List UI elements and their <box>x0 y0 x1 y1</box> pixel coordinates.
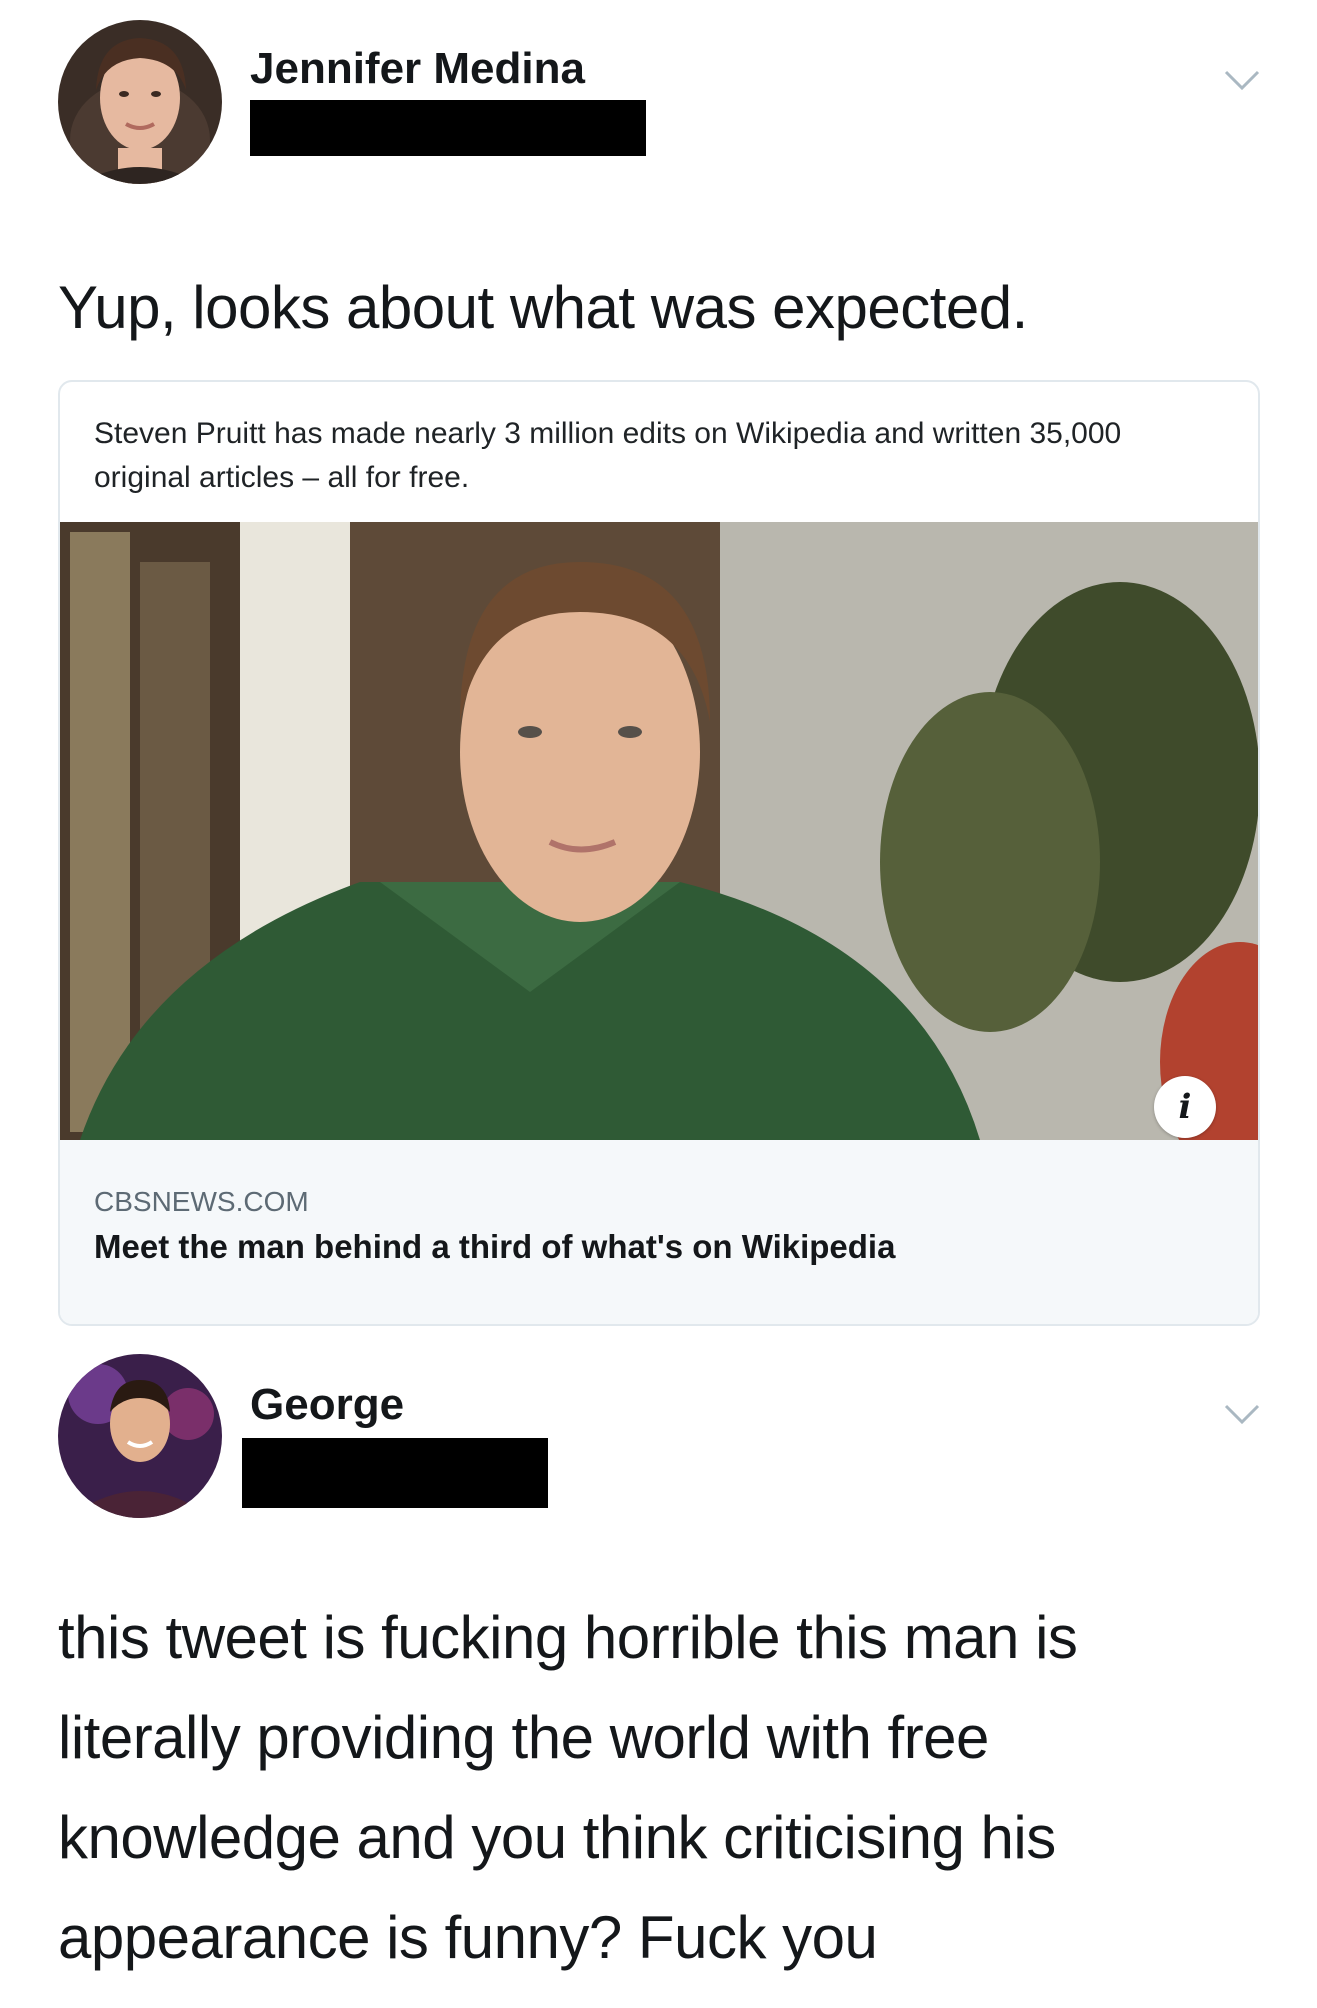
username[interactable]: Jennifer Medina <box>250 44 585 94</box>
tweet-text: this tweet is fucking horrible this man … <box>58 1604 1078 1971</box>
info-icon[interactable]: i <box>1154 1076 1216 1138</box>
chevron-down-icon[interactable] <box>1222 68 1262 92</box>
avatar[interactable] <box>58 20 222 184</box>
card-title[interactable]: Meet the man behind a third of what's on… <box>94 1228 895 1266</box>
card-domain: CBSNEWS.COM <box>94 1186 309 1217</box>
username[interactable]: George <box>250 1380 404 1430</box>
card-image[interactable] <box>60 522 1258 1140</box>
tweet-jennifer: Jennifer Medina Yup, looks about what wa… <box>0 0 1317 1340</box>
avatar[interactable] <box>58 1354 222 1518</box>
redacted-handle <box>242 1438 548 1508</box>
redacted-handle <box>250 100 646 156</box>
link-card[interactable]: Steven Pruitt has made nearly 3 million … <box>58 380 1260 1326</box>
avatar-image <box>58 1354 222 1518</box>
avatar-image <box>58 20 222 184</box>
tweet-george: George this tweet is fucking horrible th… <box>0 1340 1317 2008</box>
tweet-text: Yup, looks about what was expected. <box>58 274 1028 341</box>
card-footer: CBSNEWS.COM Meet the man behind a third … <box>60 1140 1258 1324</box>
card-quote: Steven Pruitt has made nearly 3 million … <box>94 417 1122 494</box>
chevron-down-icon[interactable] <box>1222 1402 1262 1426</box>
